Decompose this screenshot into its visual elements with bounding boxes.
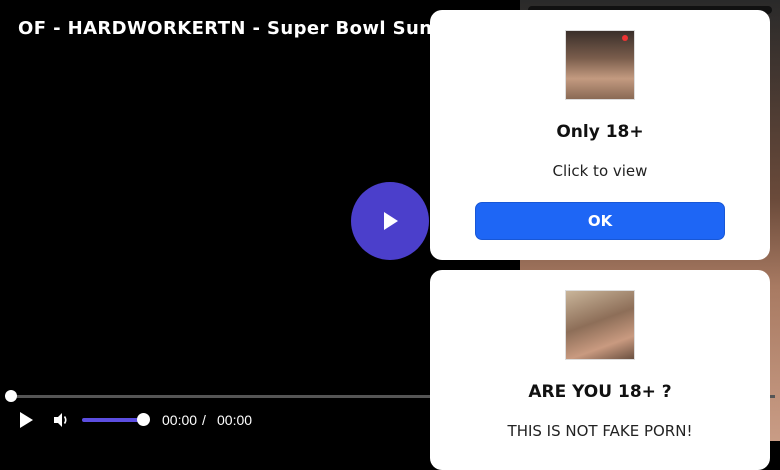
time-separator: / xyxy=(202,412,206,428)
center-play-button[interactable] xyxy=(351,182,429,260)
record-dot-icon xyxy=(622,35,628,41)
volume-icon xyxy=(54,413,67,427)
play-icon xyxy=(384,212,398,230)
current-time: 00:00 xyxy=(162,412,198,428)
popup-thumbnail[interactable] xyxy=(565,30,635,100)
volume-slider[interactable] xyxy=(82,418,144,422)
duration: 00:00 xyxy=(217,412,253,428)
age-popup-2[interactable]: ARE YOU 18+ ? THIS IS NOT FAKE PORN! xyxy=(430,270,770,470)
mute-button[interactable] xyxy=(46,405,76,435)
ok-button[interactable]: OK xyxy=(475,202,725,240)
video-title: OF - HARDWORKERTN - Super Bowl Sunday xyxy=(18,18,470,39)
popup-subtext: Click to view xyxy=(552,162,648,180)
progress-handle[interactable] xyxy=(5,390,17,402)
age-popup-1[interactable]: Only 18+ Click to view OK xyxy=(430,10,770,260)
volume-handle[interactable] xyxy=(137,413,150,426)
popup-heading: ARE YOU 18+ ? xyxy=(528,382,672,402)
popup-heading: Only 18+ xyxy=(556,122,644,142)
play-button[interactable] xyxy=(11,405,41,435)
control-bar: 00:00 / 00:00 xyxy=(0,405,430,435)
popup-thumbnail[interactable] xyxy=(565,290,635,360)
popup-subtext: THIS IS NOT FAKE PORN! xyxy=(507,422,693,440)
play-icon xyxy=(20,412,33,428)
